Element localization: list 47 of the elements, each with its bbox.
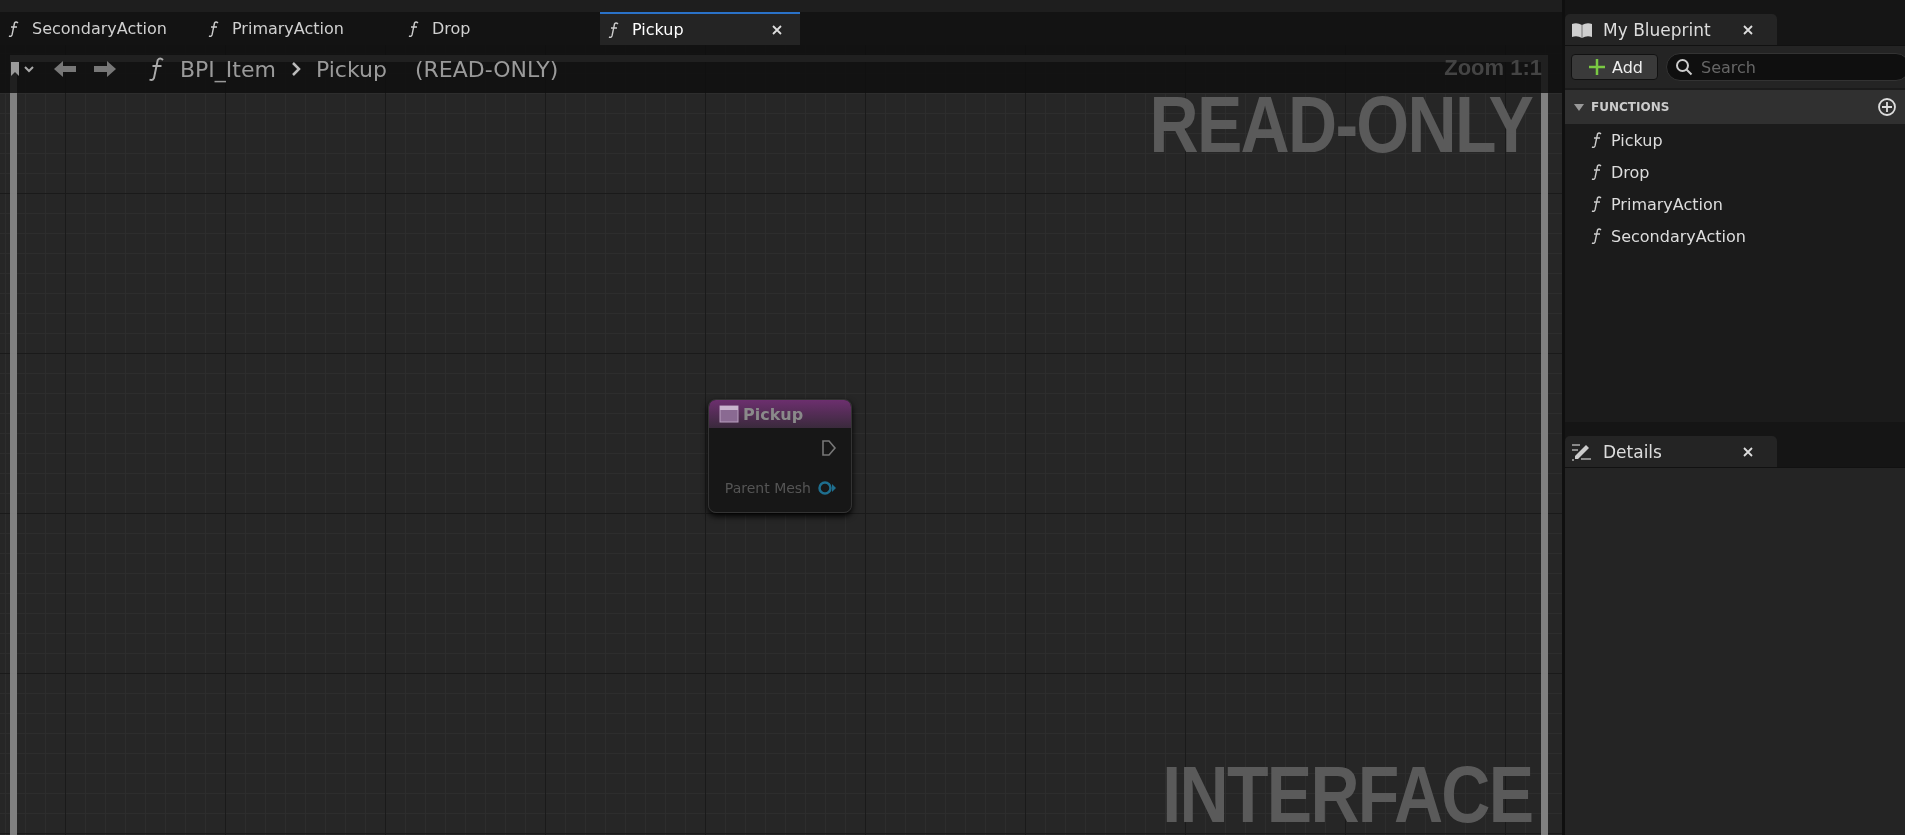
event-icon xyxy=(719,404,739,424)
close-icon[interactable] xyxy=(1743,24,1753,35)
interface-watermark: INTERFACE xyxy=(1161,749,1532,835)
pin-label: Parent Mesh xyxy=(723,480,811,496)
add-circle-icon[interactable] xyxy=(1877,97,1897,117)
function-item[interactable]: Pickup xyxy=(1565,124,1905,156)
function-name: SecondaryAction xyxy=(1611,226,1746,246)
function-item[interactable]: SecondaryAction xyxy=(1565,220,1905,252)
document-tab[interactable]: SecondaryAction xyxy=(0,12,200,45)
function-icon xyxy=(1591,164,1603,180)
pencil-icon xyxy=(1571,441,1593,462)
function-icon xyxy=(148,56,166,82)
function-item[interactable]: PrimaryAction xyxy=(1565,188,1905,220)
function-icon xyxy=(1591,132,1603,148)
forward-arrow-icon[interactable] xyxy=(92,59,118,79)
exec-pin-icon[interactable] xyxy=(821,439,837,457)
close-icon[interactable] xyxy=(1743,446,1753,457)
breadcrumb-link[interactable]: BPI_Item xyxy=(180,56,276,82)
document-tab[interactable]: Drop xyxy=(400,12,600,45)
panel-tab[interactable]: My Blueprint xyxy=(1565,14,1777,45)
close-icon[interactable] xyxy=(772,24,782,35)
function-name: Pickup xyxy=(1611,130,1663,150)
chevron-icon xyxy=(289,60,302,78)
document-tab[interactable]: Pickup xyxy=(600,12,800,45)
breadcrumb-current: Pickup xyxy=(315,56,387,82)
document-tab[interactable]: PrimaryAction xyxy=(200,12,400,45)
function-item[interactable]: Drop xyxy=(1565,156,1905,188)
add-button[interactable]: Add xyxy=(1571,54,1658,80)
panel-tab[interactable]: Details xyxy=(1565,436,1777,467)
function-icon xyxy=(408,20,420,37)
function-icon xyxy=(1591,228,1603,244)
function-icon xyxy=(608,21,620,38)
object-pin-icon[interactable] xyxy=(817,480,837,496)
read-only-watermark: READ-ONLY xyxy=(1149,79,1532,171)
function-icon xyxy=(208,20,220,37)
back-arrow-icon[interactable] xyxy=(52,59,78,79)
function-name: Drop xyxy=(1611,162,1650,182)
function-icon xyxy=(8,20,20,37)
expand-arrow-icon xyxy=(1573,102,1585,112)
function-name: PrimaryAction xyxy=(1611,194,1723,214)
search-field[interactable]: Search xyxy=(1666,53,1905,81)
function-icon xyxy=(1591,196,1603,212)
section-header[interactable]: FUNCTIONS xyxy=(1565,90,1905,124)
read-only-label: (READ-ONLY) xyxy=(414,56,559,82)
node-title: Pickup xyxy=(743,404,804,424)
book-icon xyxy=(1571,20,1593,39)
plus-icon xyxy=(1588,58,1606,76)
